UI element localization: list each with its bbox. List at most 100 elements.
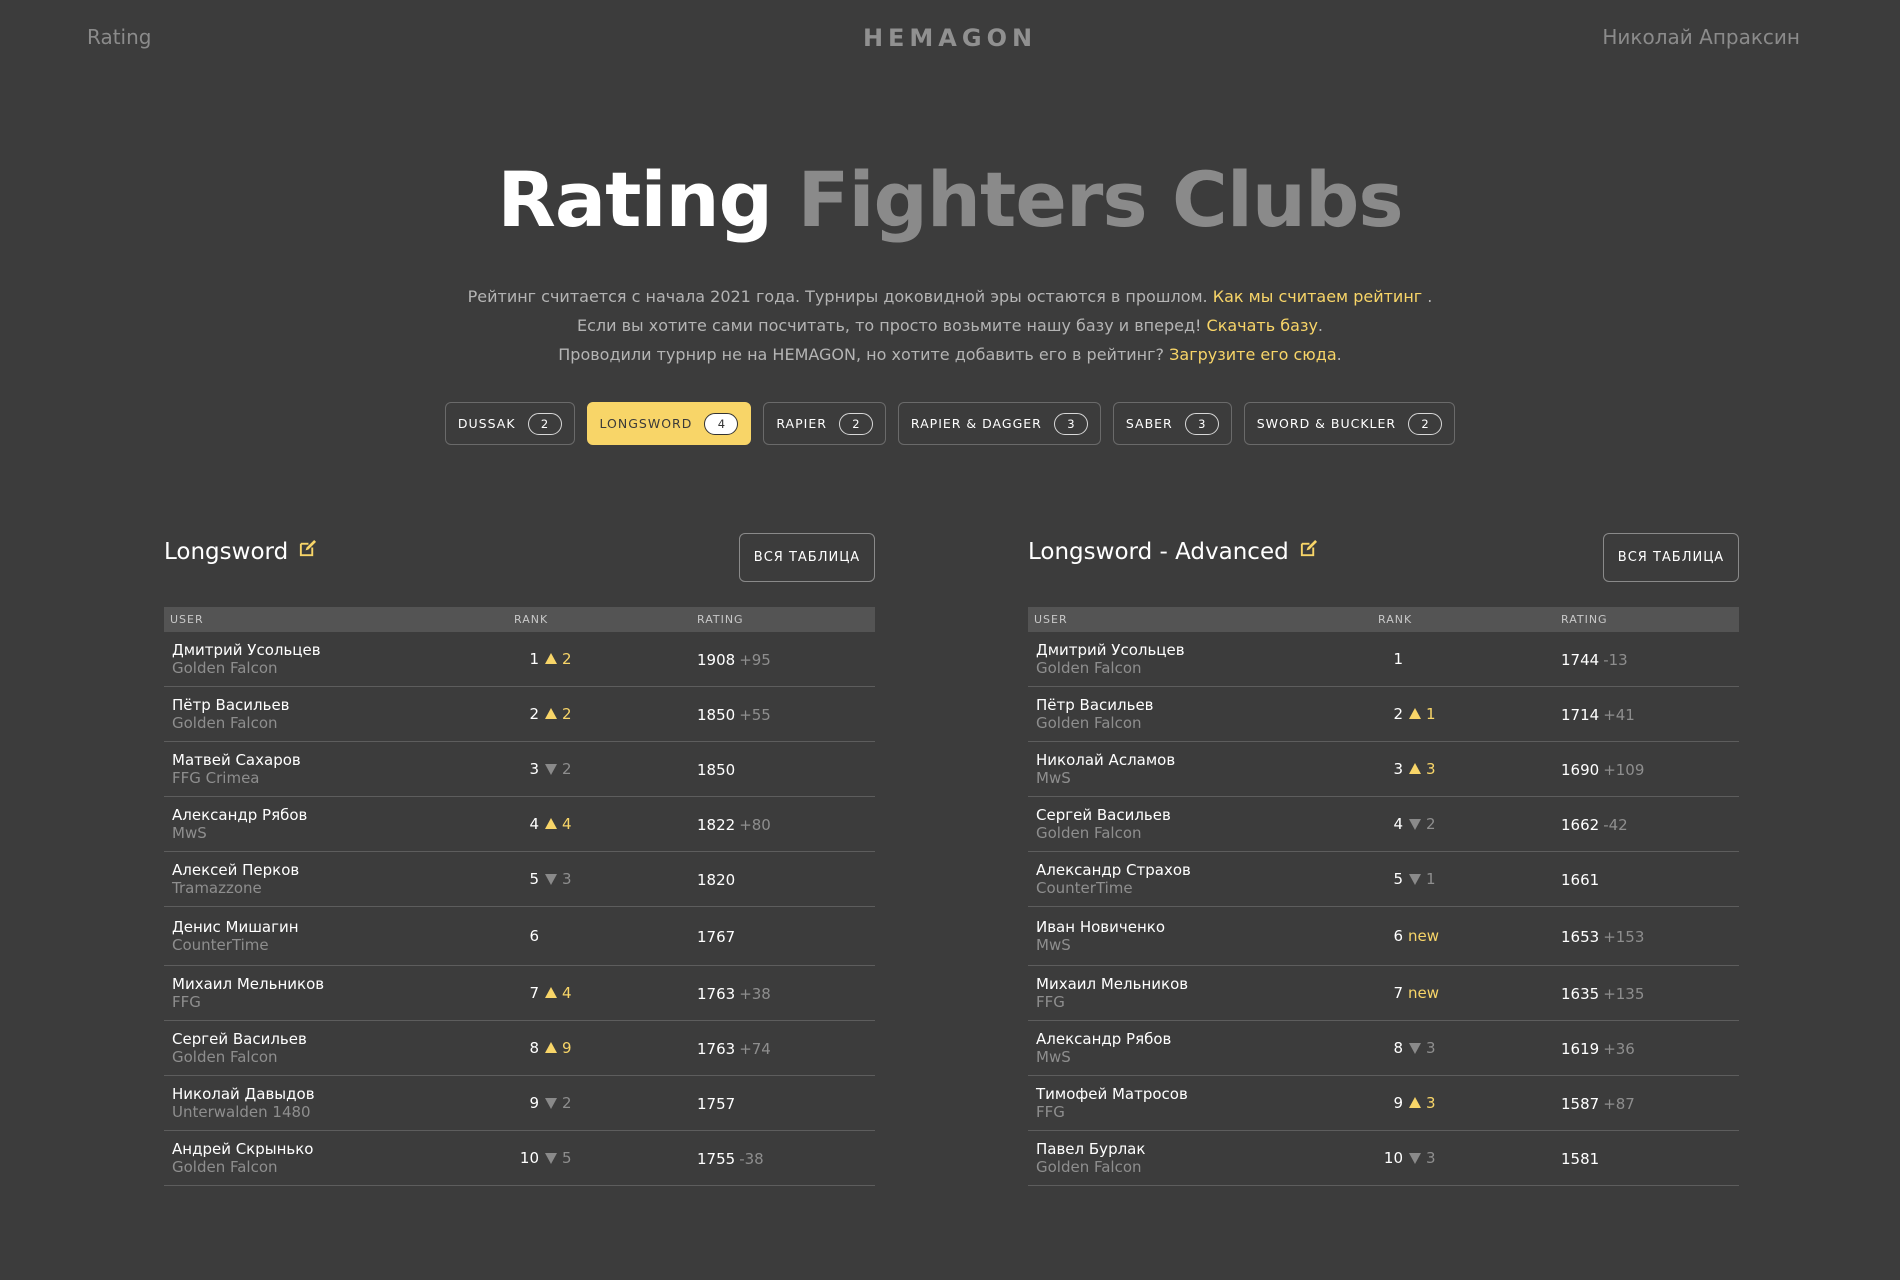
user-name-link[interactable]: Дмитрий Усольцев (172, 641, 514, 659)
panel-title-text: Longsword - Advanced (1028, 539, 1289, 565)
user-name-link[interactable]: Пётр Васильев (172, 696, 514, 714)
column-header-rating[interactable]: RATING (1561, 613, 1739, 626)
rating-table: USER RANK RATING Дмитрий Усольцев Golden Fal… (1028, 607, 1739, 1186)
intro-text: Рейтинг считается с начала 2021 года. Ту… (0, 282, 1900, 369)
triangle-down-icon (545, 1097, 557, 1109)
table-row[interactable]: Александр Страхов CounterTime 5 1 1661 (1028, 852, 1739, 907)
user-name-link[interactable]: Матвей Сахаров (172, 751, 514, 769)
table-row[interactable]: Алексей Перков Tramazzone 5 3 1820 (164, 852, 875, 907)
panel-header: Longsword - Advanced ВСЯ ТАБЛИЦА (1028, 533, 1739, 607)
rank-change: 3 (1426, 1039, 1436, 1057)
tab-saber[interactable]: SABER 3 (1112, 402, 1232, 445)
rating-value: 1635 (1561, 984, 1600, 1003)
intro-line-2: Если вы хотите сами посчитать, то просто… (0, 311, 1900, 340)
table-row[interactable]: Сергей Васильев Golden Falcon 8 9 1763 +74 (164, 1021, 875, 1076)
rank-value: 10 3 (1378, 1149, 1561, 1167)
column-header-user[interactable]: USER (164, 613, 514, 626)
user-name-link[interactable]: Алексей Перков (172, 861, 514, 879)
table-row[interactable]: Пётр Васильев Golden Falcon 2 1 1714 +41 (1028, 687, 1739, 742)
rank-value: 83 (1378, 1039, 1561, 1057)
user-name-link[interactable]: Николай Давыдов (172, 1085, 514, 1103)
table-row[interactable]: Николай Давыдов Unterwalden 1480 9 2 1757 (164, 1076, 875, 1131)
user-name-link[interactable]: Дмитрий Усольцев (1036, 641, 1378, 659)
user-cell: Александр Рябов MwS (1028, 1030, 1378, 1067)
rating-value: 1763 (697, 1039, 736, 1058)
table-row[interactable]: Иван Новиченко MwS 6 new 1653 +153 (1028, 907, 1739, 966)
user-cell: Денис Мишагин CounterTime (164, 918, 514, 955)
user-name-link[interactable]: Павел Бурлак (1036, 1140, 1378, 1158)
rank-number: 9 (529, 1094, 539, 1112)
tab-sword-buckler[interactable]: SWORD & BUCKLER 2 (1243, 402, 1456, 445)
rank-cell: 32 (514, 760, 697, 778)
rating-cell: 1653 +153 (1561, 927, 1739, 946)
upload-tournament-link[interactable]: Загрузите его сюда (1169, 345, 1337, 364)
table-row[interactable]: Тимофей Матросов FFG 9 3 1587 +87 (1028, 1076, 1739, 1131)
column-header-user[interactable]: USER (1028, 613, 1378, 626)
rank-value: 93 (1378, 1094, 1561, 1112)
user-name-link[interactable]: Александр Страхов (1036, 861, 1378, 879)
rating-change: +87 (1603, 1094, 1635, 1113)
edit-icon[interactable] (1299, 538, 1318, 564)
table-row[interactable]: Николай Асламов MwS 3 3 1690 +109 (1028, 742, 1739, 797)
user-name-link[interactable]: Николай Асламов (1036, 751, 1378, 769)
full-table-button[interactable]: ВСЯ ТАБЛИЦА (1603, 533, 1739, 582)
table-row[interactable]: Павел Бурлак Golden Falcon 10 3 1581 (1028, 1131, 1739, 1186)
user-name-link[interactable]: Денис Мишагин (172, 918, 514, 936)
download-db-link[interactable]: Скачать базу (1207, 316, 1318, 335)
table-row[interactable]: Дмитрий Усольцев Golden Falcon 1 2 1908 +95 (164, 632, 875, 687)
edit-icon[interactable] (298, 538, 317, 564)
user-name-link[interactable]: Сергей Васильев (1036, 806, 1378, 824)
triangle-down-icon (1409, 1152, 1421, 1164)
rating-change: -13 (1603, 650, 1628, 669)
table-row[interactable]: Дмитрий Усольцев Golden Falcon 1 1744 -13 (1028, 632, 1739, 687)
how-we-calculate-link[interactable]: Как мы считаем рейтинг (1213, 287, 1422, 306)
table-row[interactable]: Александр Рябов MwS 4 4 1822 +80 (164, 797, 875, 852)
user-menu[interactable]: Николай Апраксин (1602, 25, 1800, 49)
user-club: MwS (172, 823, 207, 842)
weapon-tabs: DUSSAK 2 LONGSWORD 4 RAPIER 2 RAPIER & DAGGER 3… (0, 402, 1900, 445)
column-header-rank[interactable]: RANK (514, 613, 697, 626)
table-row[interactable]: Михаил Мельников FFG 7 4 1763 +38 (164, 966, 875, 1021)
table-row[interactable]: Матвей Сахаров FFG Crimea 3 2 1850 (164, 742, 875, 797)
user-name-link[interactable]: Пётр Васильев (1036, 696, 1378, 714)
user-cell: Николай Асламов MwS (1028, 751, 1378, 788)
user-club: Golden Falcon (1036, 713, 1142, 732)
column-header-rating[interactable]: RATING (697, 613, 875, 626)
tab-rapier[interactable]: RAPIER 2 (763, 402, 886, 445)
tab-longsword[interactable]: LONGSWORD 4 (586, 402, 752, 445)
user-name-link[interactable]: Михаил Мельников (172, 975, 514, 993)
table-row[interactable]: Денис Мишагин CounterTime 6 1767 (164, 907, 875, 966)
rating-change: -42 (1603, 815, 1628, 834)
rating-value: 1661 (1561, 870, 1600, 889)
user-club: Golden Falcon (172, 1047, 278, 1066)
rank-new-badge: new (1408, 927, 1440, 945)
user-name-link[interactable]: Сергей Васильев (172, 1030, 514, 1048)
rank-cell: 93 (1378, 1094, 1561, 1112)
user-cell: Павел Бурлак Golden Falcon (1028, 1140, 1378, 1177)
table-row[interactable]: Михаил Мельников FFG 7 new 1635 +135 (1028, 966, 1739, 1021)
rating-value: 1653 (1561, 927, 1600, 946)
rank-change: 4 (562, 984, 572, 1002)
rank-change: 2 (562, 705, 572, 723)
user-name-link[interactable]: Александр Рябов (172, 806, 514, 824)
top-bar: Rating HEMAGON Николай Апраксин (0, 0, 1900, 80)
intro-line-1: Рейтинг считается с начала 2021 года. Ту… (0, 282, 1900, 311)
full-table-button[interactable]: ВСЯ ТАБЛИЦА (739, 533, 875, 582)
table-row[interactable]: Андрей Скрынько Golden Falcon 10 5 1755 -38 (164, 1131, 875, 1186)
column-header-rank[interactable]: RANK (1378, 613, 1561, 626)
table-row[interactable]: Сергей Васильев Golden Falcon 4 2 1662 -42 (1028, 797, 1739, 852)
user-name-link[interactable]: Александр Рябов (1036, 1030, 1378, 1048)
rank-number: 2 (1393, 705, 1403, 723)
user-name-link[interactable]: Тимофей Матросов (1036, 1085, 1378, 1103)
user-name-link[interactable]: Иван Новиченко (1036, 918, 1378, 936)
tab-rapier-dagger[interactable]: RAPIER & DAGGER 3 (897, 402, 1101, 445)
tab-dussak[interactable]: DUSSAK 2 (444, 402, 575, 445)
rank-number: 8 (1393, 1039, 1403, 1057)
table-row[interactable]: Александр Рябов MwS 8 3 1619 +36 (1028, 1021, 1739, 1076)
user-name-link[interactable]: Андрей Скрынько (172, 1140, 514, 1158)
user-cell: Дмитрий Усольцев Golden Falcon (1028, 641, 1378, 678)
user-name-link[interactable]: Михаил Мельников (1036, 975, 1378, 993)
table-row[interactable]: Пётр Васильев Golden Falcon 2 2 1850 +55 (164, 687, 875, 742)
rank-cell: 44 (514, 815, 697, 833)
rank-change: 5 (562, 1149, 572, 1167)
